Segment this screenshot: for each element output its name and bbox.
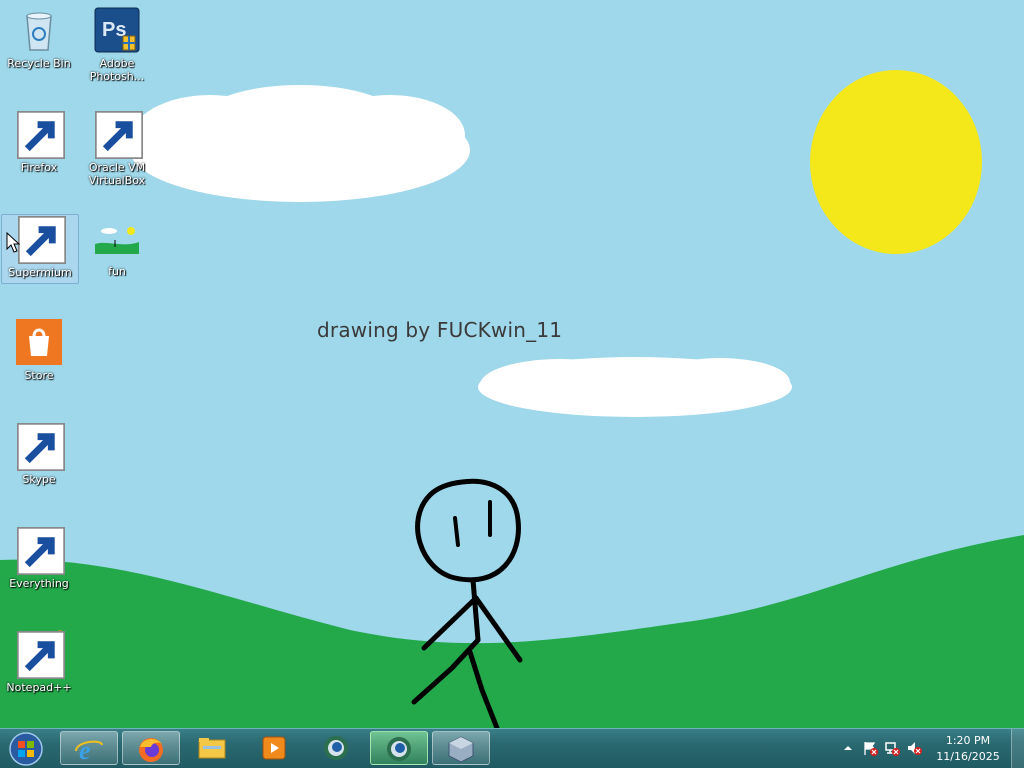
taskbar-media-player[interactable] <box>246 731 304 765</box>
firefox-icon <box>139 738 163 762</box>
desktop-icon-virtualbox[interactable]: VB Oracle VM VirtualBox <box>80 110 154 187</box>
desktop-icon-label: Skype <box>22 473 56 486</box>
shortcut-arrow-icon <box>17 631 65 679</box>
desktop-icon-label: Adobe Photosh... <box>89 57 145 83</box>
taskbar-virtualbox[interactable] <box>432 731 490 765</box>
taskbar-file-explorer[interactable] <box>184 731 242 765</box>
desktop-icon-label: fun <box>108 265 126 278</box>
media-player-icon <box>262 736 286 760</box>
network-icon[interactable] <box>884 740 900 756</box>
file-explorer-icon <box>198 738 226 759</box>
desktop-icon-recycle-bin[interactable]: Recycle Bin <box>2 6 76 76</box>
notepad-plus-plus-icon <box>15 630 65 679</box>
desktop[interactable]: drawing by FUCKwin_11 Recycle Bin Ps Ado… <box>0 0 1024 728</box>
cloud-top <box>130 85 470 202</box>
svg-text:e: e <box>79 736 91 763</box>
desktop-icon-label: Supermium <box>8 266 72 279</box>
start-button[interactable] <box>4 731 48 767</box>
virtualbox-icon <box>448 736 474 763</box>
supermium-icon <box>387 737 411 761</box>
cloud-middle <box>478 357 792 417</box>
shortcut-arrow-icon <box>17 527 65 575</box>
mouse-cursor-icon <box>6 232 20 253</box>
desktop-icon-skype[interactable]: S Skype <box>2 422 76 492</box>
supermium-icon <box>324 736 348 760</box>
everything-search-icon <box>15 526 65 575</box>
windows-start-orb-icon <box>9 732 43 766</box>
shortcut-arrow-icon <box>95 111 143 159</box>
desktop-icon-everything[interactable]: Everything <box>2 526 76 596</box>
desktop-icon-label: Oracle VM VirtualBox <box>88 161 146 187</box>
taskbar-supermium-pinned[interactable] <box>308 731 366 765</box>
wallpaper-caption: drawing by FUCKwin_11 <box>317 318 563 342</box>
photoshop-icon: Ps <box>93 6 141 54</box>
supermium-icon <box>16 215 66 264</box>
desktop-icon-label: Firefox <box>20 161 58 174</box>
sun <box>810 70 982 254</box>
desktop-icon-firefox[interactable]: Firefox <box>2 110 76 180</box>
desktop-icon-notepad-plus-plus[interactable]: Notepad++ <box>2 630 76 700</box>
firefox-icon <box>15 110 65 159</box>
taskbar: e 1:20 PM 11/16/2025 <box>0 728 1024 768</box>
volume-muted-icon[interactable] <box>906 740 922 756</box>
clock-time: 1:20 PM <box>945 734 991 747</box>
taskbar-firefox[interactable] <box>122 731 180 765</box>
action-center-flag-icon[interactable] <box>862 740 878 756</box>
desktop-icon-store[interactable]: Store <box>2 318 76 388</box>
desktop-icon-label: Recycle Bin <box>7 57 71 70</box>
skype-icon: S <box>15 422 65 471</box>
taskbar-internet-explorer[interactable]: e <box>60 731 118 765</box>
shortcut-arrow-icon <box>17 423 65 471</box>
recycle-bin-icon <box>15 6 63 54</box>
taskbar-clock[interactable]: 1:20 PM 11/16/2025 <box>932 733 1004 765</box>
show-desktop-button[interactable] <box>1011 729 1024 768</box>
desktop-icon-label: Store <box>24 369 54 382</box>
shortcut-arrow-icon <box>18 216 66 264</box>
internet-explorer-icon: e <box>75 736 103 763</box>
shortcut-arrow-icon <box>17 111 65 159</box>
desktop-icon-label: Notepad++ <box>6 681 72 694</box>
virtualbox-icon: VB <box>93 110 143 159</box>
taskbar-supermium-running[interactable] <box>370 731 428 765</box>
image-file-icon <box>93 214 141 262</box>
store-icon <box>15 318 63 366</box>
desktop-icon-photoshop[interactable]: Ps Adobe Photosh... <box>80 6 154 83</box>
desktop-icon-label: Everything <box>9 577 69 590</box>
clock-date: 11/16/2025 <box>936 750 1000 763</box>
system-tray: 1:20 PM 11/16/2025 <box>834 729 1024 768</box>
desktop-icon-fun[interactable]: fun <box>80 214 154 284</box>
show-hidden-icons-arrow-icon[interactable] <box>840 740 856 756</box>
